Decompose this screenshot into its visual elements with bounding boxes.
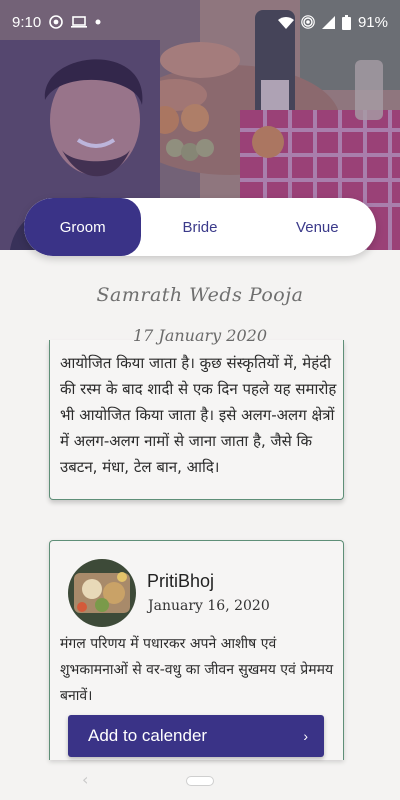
hotspot-icon <box>301 15 315 29</box>
event-name: PritiBhoj <box>147 571 215 591</box>
tab-bar: Groom Bride Venue <box>24 198 376 256</box>
event-avatar <box>68 559 136 627</box>
wifi-icon <box>277 16 294 29</box>
tab-venue[interactable]: Venue <box>259 198 376 256</box>
battery-percent: 91% <box>357 13 388 31</box>
signal-icon <box>321 15 335 29</box>
status-bar: 9:10 91% <box>0 0 400 44</box>
battery-icon <box>341 14 351 30</box>
chevron-right-icon: › <box>303 728 308 744</box>
laptop-icon <box>71 16 88 28</box>
event-date: January 16, 2020 <box>148 598 270 614</box>
chrome-icon <box>49 15 64 29</box>
ceremony-description: आयोजित किया जाता है। कुछ संस्कृतियों में… <box>60 354 337 476</box>
page-title: Samrath Weds Pooja <box>96 284 304 306</box>
wedding-date: 17 January 2020 <box>132 326 268 345</box>
notification-dot-icon <box>95 19 101 25</box>
ceremony-card: आयोजित किया जाता है। कुछ संस्कृतियों में… <box>49 340 344 500</box>
tab-groom[interactable]: Groom <box>24 198 142 256</box>
add-to-calendar-button[interactable]: Add to calender › <box>68 715 324 757</box>
tab-bride[interactable]: Bride <box>141 198 258 256</box>
navigation-bar <box>0 762 400 800</box>
add-to-calendar-label: Add to calender <box>88 726 208 745</box>
clock: 9:10 <box>12 13 42 31</box>
event-description: मंगल परिणय में पधारकर अपने आशीष एवं शुभक… <box>60 636 334 704</box>
nav-home-pill[interactable] <box>186 776 214 786</box>
